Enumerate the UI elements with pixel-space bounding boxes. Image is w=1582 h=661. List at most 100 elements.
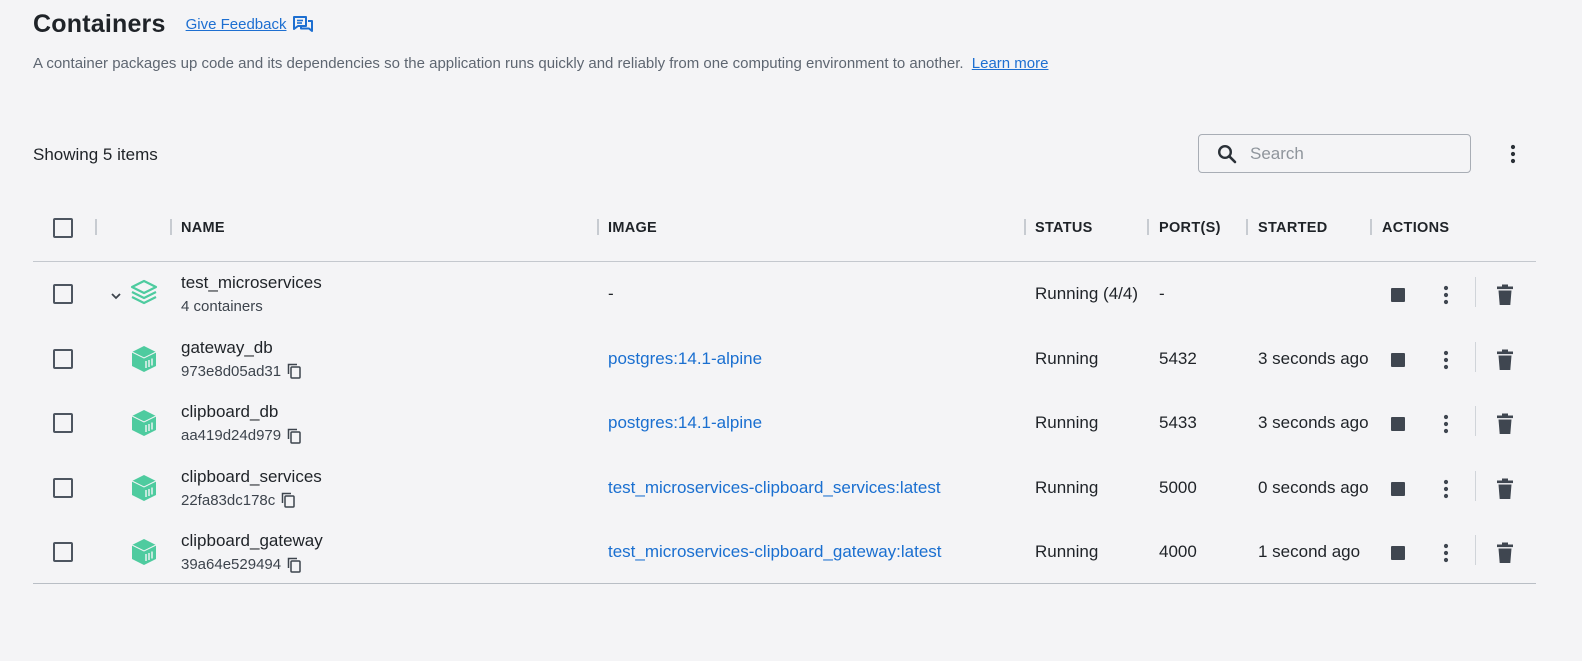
column-separator[interactable] [597,219,599,235]
search-icon [1217,144,1237,163]
more-actions-icon[interactable] [1436,413,1456,435]
copy-icon[interactable] [287,428,301,444]
column-header-name[interactable]: NAME [181,220,225,236]
stop-icon[interactable] [1391,546,1405,560]
status-text: Running [1035,413,1099,432]
copy-icon[interactable] [287,557,301,573]
column-separator[interactable] [170,219,172,235]
table-row[interactable]: gateway_db 973e8d05ad31 postgres:14.1-al… [33,327,1536,392]
row-checkbox[interactable] [53,413,73,433]
image-link[interactable]: postgres:14.1-alpine [608,349,762,369]
image-link[interactable]: postgres:14.1-alpine [608,413,762,433]
port-value[interactable]: 5432 [1159,349,1197,369]
give-feedback-label[interactable]: Give Feedback [186,16,287,33]
container-id: 22fa83dc178c [181,492,295,509]
table-row-compose-group[interactable]: test_microservices 4 containers - Runnin… [33,262,1536,327]
more-actions-icon[interactable] [1436,284,1456,306]
trash-icon[interactable] [1495,413,1515,435]
stop-icon[interactable] [1391,481,1405,496]
column-separator[interactable] [1024,219,1026,235]
column-separator[interactable] [1147,219,1149,235]
image-value: - [608,284,614,303]
select-all-checkbox[interactable] [53,218,73,238]
more-actions-icon[interactable] [1436,349,1456,371]
container-icon [131,539,157,565]
trash-icon[interactable] [1495,542,1515,564]
container-icon [131,474,157,501]
started-text: 3 seconds ago [1258,348,1369,368]
container-id-text: aa419d24d979 [181,427,282,444]
copy-icon[interactable] [287,363,301,379]
search-input[interactable] [1250,143,1450,164]
container-id-text: 973e8d05ad31 [181,362,282,380]
trash-icon[interactable] [1495,284,1515,306]
feedback-chat-icon[interactable] [293,15,314,34]
stop-icon[interactable] [1391,417,1405,431]
action-divider [1475,470,1476,501]
more-actions-icon[interactable] [1436,478,1456,500]
container-name[interactable]: clipboard_services [181,467,322,487]
port-value[interactable]: 5000 [1159,478,1197,498]
copy-icon[interactable] [281,492,295,508]
container-icon [131,410,157,436]
trash-icon[interactable] [1495,478,1515,500]
column-separator[interactable] [1370,219,1372,235]
port-value: - [1159,284,1165,303]
action-divider [1475,406,1476,436]
stop-icon[interactable] [1391,352,1405,367]
started-text: 3 seconds ago [1258,413,1369,432]
row-checkbox[interactable] [53,348,73,369]
column-header-status[interactable]: STATUS [1035,220,1093,236]
give-feedback-link[interactable]: Give Feedback [186,15,314,34]
image-link[interactable]: test_microservices-clipboard_gateway:lat… [608,542,942,562]
container-name[interactable]: gateway_db [181,338,273,358]
status-text: Running (4/4) [1035,284,1139,303]
status-text: Running [1035,542,1099,561]
image-link[interactable]: test_microservices-clipboard_services:la… [608,478,941,498]
container-id: 973e8d05ad31 [181,363,301,380]
table-body: test_microservices 4 containers - Runnin… [33,262,1536,584]
column-separator[interactable] [95,219,97,235]
row-checkbox[interactable] [53,542,73,562]
container-name[interactable]: test_microservices [181,273,322,293]
compose-stack-icon [130,279,158,305]
container-id: 39a64e529494 [181,556,301,573]
column-header-ports[interactable]: PORT(S) [1159,220,1221,236]
column-header-image[interactable]: IMAGE [608,220,657,236]
container-icon [131,345,157,372]
table-row[interactable]: clipboard_services 22fa83dc178c test_mic… [33,456,1536,521]
stop-icon[interactable] [1391,288,1405,302]
row-checkbox[interactable] [53,284,73,304]
containers-table: NAME IMAGE STATUS PORT(S) STARTED ACTION… [33,202,1536,584]
page-header: Containers Give Feedback [33,10,314,39]
container-name[interactable]: clipboard_db [181,402,278,422]
trash-icon[interactable] [1495,349,1515,371]
item-count: Showing 5 items [33,145,158,164]
port-value[interactable]: 4000 [1159,542,1197,562]
container-id: aa419d24d979 [181,427,301,444]
search-box[interactable] [1198,134,1471,173]
container-id-text: 22fa83dc178c [181,491,276,509]
started-text: 0 seconds ago [1258,477,1369,497]
container-count: 4 containers [181,298,263,315]
table-options-menu-icon[interactable] [1503,143,1523,165]
chevron-down-icon[interactable] [109,289,123,303]
description-text: A container packages up code and its dep… [33,55,964,72]
port-value[interactable]: 5433 [1159,413,1197,433]
container-name[interactable]: clipboard_gateway [181,531,323,551]
row-checkbox[interactable] [53,477,73,498]
table-row[interactable]: clipboard_db aa419d24d979 postgres:14.1-… [33,391,1536,456]
column-header-started[interactable]: STARTED [1258,220,1328,236]
table-row[interactable]: clipboard_gateway 39a64e529494 test_micr… [33,520,1536,585]
more-actions-icon[interactable] [1436,542,1456,564]
action-divider [1475,341,1476,372]
page-title: Containers [33,10,166,38]
column-separator[interactable] [1246,219,1248,235]
learn-more-link[interactable]: Learn more [972,55,1049,72]
action-divider [1475,277,1476,307]
table-header: NAME IMAGE STATUS PORT(S) STARTED ACTION… [33,202,1536,262]
status-text: Running [1035,348,1099,368]
column-header-actions: ACTIONS [1382,220,1450,236]
action-divider [1475,535,1476,565]
status-text: Running [1035,477,1099,497]
